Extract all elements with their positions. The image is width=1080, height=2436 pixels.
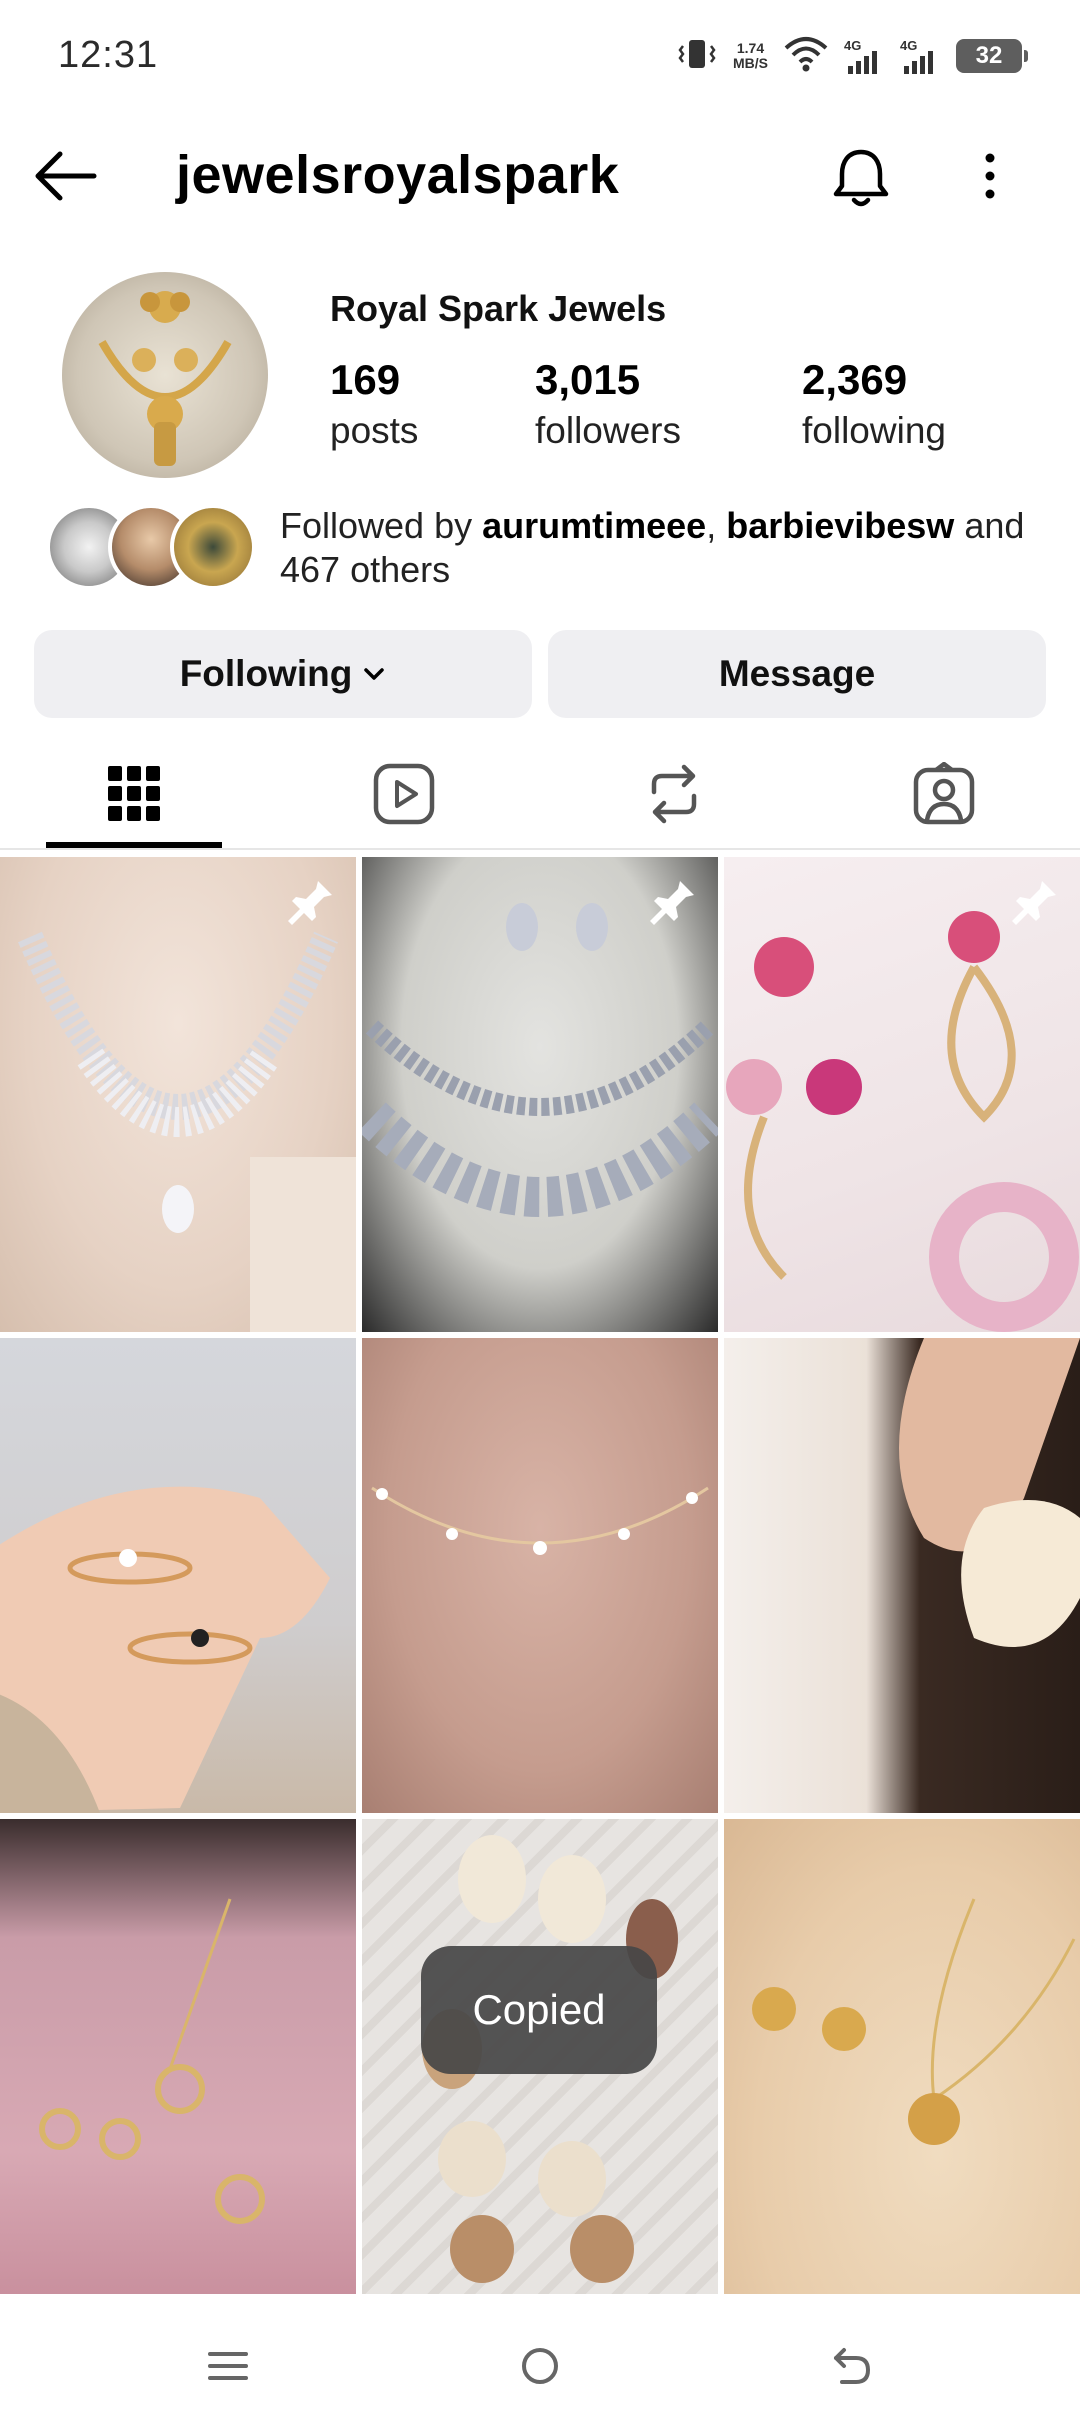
status-icons: 1.74 MB/S 4G 4G 32	[677, 34, 1028, 78]
post-thumbnail[interactable]	[0, 1819, 356, 2294]
tab-reels[interactable]	[314, 740, 494, 848]
reels-icon	[373, 763, 435, 825]
followed-by-user-2: barbievibesw	[726, 505, 955, 546]
profile-username: jewelsroyalspark	[176, 145, 620, 205]
status-time: 12:31	[58, 34, 159, 76]
avatar-image	[98, 291, 232, 466]
followed-by-others-count: 467	[280, 549, 341, 590]
followed-by-user-1: aurumtimeee	[482, 505, 707, 546]
battery-level: 32	[975, 42, 1003, 69]
posts-count: 169	[330, 356, 401, 403]
following-button-label: Following	[179, 653, 353, 694]
followed-by-separator: ,	[706, 505, 727, 546]
following-button[interactable]: Following	[34, 630, 532, 718]
following-label: following	[802, 410, 946, 451]
post-thumbnail[interactable]	[362, 857, 718, 1332]
message-button[interactable]: Message	[548, 630, 1046, 718]
gold-set-image	[39, 1898, 265, 2224]
notifications-button[interactable]	[826, 142, 896, 212]
battery-icon: 32	[956, 39, 1028, 73]
post-thumbnail[interactable]	[724, 1338, 1080, 1813]
back-nav-icon	[834, 2348, 871, 2384]
copied-toast: Copied	[421, 1946, 657, 2074]
profile-tabs	[0, 740, 1080, 850]
pinned-icon	[288, 881, 332, 925]
followers-label: followers	[535, 410, 681, 451]
mutual-followers-avatars[interactable]	[46, 504, 256, 590]
profile-avatar[interactable]	[62, 272, 268, 478]
crystal-necklace-image	[362, 903, 718, 1217]
toast-text: Copied	[472, 1986, 606, 2033]
message-button-label: Message	[718, 653, 876, 694]
pinned-icon	[1012, 881, 1056, 925]
recents-button[interactable]	[198, 2336, 258, 2396]
post-thumbnail[interactable]	[724, 1819, 1080, 2294]
status-bar: 12:31 1.74 MB/S 4G 4G 32	[0, 0, 1080, 110]
profile-header: jewelsroyalspark	[0, 130, 1080, 222]
network-speed: 1.74 MB/S	[733, 41, 768, 71]
posts-stat[interactable]: 169 posts	[330, 356, 418, 452]
mutual-avatar-3	[170, 504, 256, 590]
active-tab-indicator	[46, 842, 222, 848]
followers-stat[interactable]: 3,015 followers	[535, 356, 681, 452]
followed-by-and: and	[954, 505, 1025, 546]
network-speed-unit: MB/S	[733, 55, 768, 71]
following-count: 2,369	[802, 356, 908, 403]
wifi-icon	[784, 36, 828, 77]
back-button[interactable]	[30, 146, 100, 206]
tab-tagged[interactable]	[854, 740, 1034, 848]
post-thumbnail[interactable]	[362, 1338, 718, 1813]
posts-grid	[0, 857, 1080, 2294]
pearl-choker-image	[371, 1486, 709, 1555]
vibrate-icon	[677, 36, 717, 77]
chevron-down-icon	[364, 668, 385, 680]
system-back-button[interactable]	[822, 2336, 882, 2396]
followed-by-text[interactable]: Followed by aurumtimeee, barbievibesw an…	[280, 504, 1040, 592]
following-stat[interactable]: 2,369 following	[802, 356, 946, 452]
home-circle-icon	[522, 2348, 558, 2384]
pinned-icon	[650, 881, 694, 925]
followers-count: 3,015	[535, 356, 641, 403]
bell-icon	[833, 149, 889, 207]
post-thumbnail[interactable]	[0, 1338, 356, 1813]
profile-display-name: Royal Spark Jewels	[330, 288, 667, 329]
rings-image	[0, 1486, 330, 1813]
necklace-image	[18, 931, 356, 1332]
grid-icon	[108, 766, 160, 821]
back-arrow-icon	[35, 151, 97, 201]
rose-gold-set-image	[752, 1898, 1076, 2145]
posts-label: posts	[330, 410, 419, 451]
sim1-signal-icon: 4G	[844, 38, 884, 74]
menu-icon	[208, 2352, 248, 2380]
tagged-person-icon	[913, 762, 975, 825]
system-nav-bar	[0, 2294, 1080, 2436]
tab-reposts[interactable]	[584, 740, 764, 848]
ear-earring-image	[899, 1338, 1080, 1647]
more-options-button[interactable]	[970, 146, 1010, 206]
home-button[interactable]	[510, 2336, 570, 2396]
rose-earrings-image	[726, 911, 1079, 1332]
more-vertical-icon	[985, 153, 995, 199]
sim2-signal-icon: 4G	[900, 38, 940, 74]
repost-icon	[651, 764, 697, 824]
post-thumbnail[interactable]	[724, 857, 1080, 1332]
tab-posts-grid[interactable]	[44, 740, 224, 848]
post-thumbnail[interactable]	[0, 857, 356, 1332]
followed-by-prefix: Followed by	[280, 505, 483, 546]
network-speed-value: 1.74	[736, 40, 765, 56]
followed-by-others-suffix: others	[340, 549, 451, 590]
